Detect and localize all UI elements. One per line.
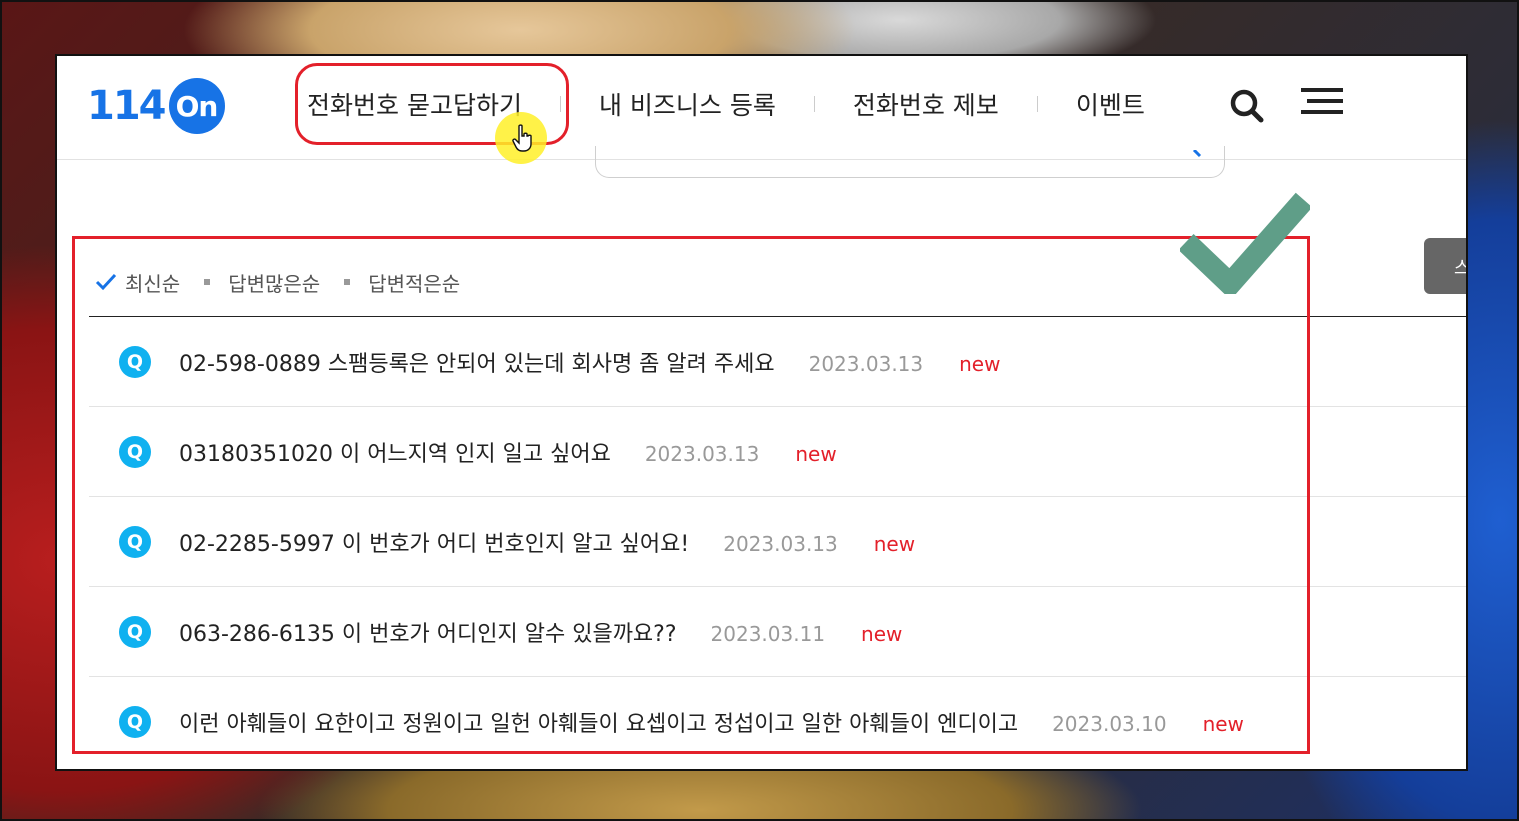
- question-date: 2023.03.10: [1052, 712, 1167, 736]
- new-badge: new: [795, 441, 837, 466]
- check-icon: [95, 273, 117, 291]
- nav-separator: [1036, 96, 1038, 112]
- nav-qna[interactable]: 전화번호 묻고답하기: [295, 86, 534, 122]
- nav-number-report[interactable]: 전화번호 제보: [841, 86, 1011, 122]
- question-title[interactable]: 02-598-0889 스팸등록은 안되어 있는데 회사명 좀 알려 주세요: [179, 346, 775, 378]
- new-badge: new: [959, 351, 1001, 376]
- checkmark-annotation-icon: [1180, 192, 1310, 294]
- question-badge-icon: Q: [119, 525, 151, 558]
- sort-most-answers-label: 답변많은순: [228, 271, 321, 296]
- sort-most-answers[interactable]: 답변많은순: [204, 268, 320, 297]
- sort-latest-label: 최신순: [125, 271, 181, 296]
- question-title[interactable]: 이런 아훼들이 요한이고 정원이고 일헌 아훼들이 요셉이고 정섭이고 일한 아…: [179, 706, 1018, 738]
- list-item[interactable]: Q 063-286-6135 이 번호가 어디인지 알수 있을까요?? 2023…: [89, 587, 1466, 677]
- sort-options: 최신순 답변많은순 답변적은순: [95, 264, 484, 300]
- question-date: 2023.03.11: [710, 621, 826, 646]
- question-date: 2023.03.13: [808, 351, 924, 376]
- search-icon[interactable]: [1227, 86, 1267, 126]
- question-title[interactable]: 02-2285-5997 이 번호가 어디 번호인지 알고 싶어요!: [179, 526, 689, 558]
- site-header: 114 On 전화번호 묻고답하기 내 비즈니스 등록 전화번호 제보 이벤트: [57, 56, 1466, 164]
- browser-viewport: 114 On 전화번호 묻고답하기 내 비즈니스 등록 전화번호 제보 이벤트: [55, 54, 1468, 771]
- nav-separator: [813, 96, 815, 112]
- question-date: 2023.03.13: [644, 441, 760, 466]
- search-icon: [1192, 150, 1202, 158]
- list-item[interactable]: Q 이런 아훼들이 요한이고 정원이고 일헌 아훼들이 요셉이고 정섭이고 일한…: [89, 677, 1466, 767]
- sort-latest[interactable]: 최신순: [95, 268, 180, 297]
- logo-on-badge: On: [168, 78, 225, 134]
- question-date: 2023.03.13: [723, 531, 838, 556]
- site-logo[interactable]: 114 On: [87, 74, 225, 138]
- hamburger-menu-icon[interactable]: [1301, 86, 1345, 118]
- question-title[interactable]: 03180351020 이 어느지역 인지 일고 싶어요: [179, 436, 611, 468]
- sort-least-answers-label: 답변적은순: [368, 271, 461, 296]
- side-tab[interactable]: 스: [1424, 238, 1466, 294]
- list-item[interactable]: Q 02-2285-5997 이 번호가 어디 번호인지 알고 싶어요! 202…: [89, 497, 1466, 587]
- new-badge: new: [1202, 712, 1244, 736]
- question-badge-icon: Q: [119, 345, 151, 378]
- nav-business-register[interactable]: 내 비즈니스 등록: [587, 86, 788, 122]
- sort-least-answers[interactable]: 답변적은순: [344, 268, 460, 297]
- question-badge-icon: Q: [119, 615, 151, 648]
- bullet-icon: [204, 279, 211, 285]
- search-input[interactable]: [595, 146, 1225, 178]
- nav-separator: [559, 96, 561, 112]
- new-badge: new: [873, 531, 916, 556]
- side-tab-label: 스: [1454, 258, 1466, 279]
- list-item[interactable]: Q 02-598-0889 스팸등록은 안되어 있는데 회사명 좀 알려 주세요…: [89, 317, 1466, 407]
- new-badge: new: [861, 621, 903, 646]
- question-badge-icon: Q: [119, 435, 151, 468]
- list-item[interactable]: Q 03180351020 이 어느지역 인지 일고 싶어요 2023.03.1…: [89, 407, 1466, 497]
- logo-number: 114: [87, 83, 166, 129]
- question-badge-icon: Q: [119, 706, 151, 738]
- bullet-icon: [344, 279, 351, 285]
- main-nav: 전화번호 묻고답하기 내 비즈니스 등록 전화번호 제보 이벤트: [295, 74, 1157, 134]
- question-title[interactable]: 063-286-6135 이 번호가 어디인지 알수 있을까요??: [179, 616, 677, 648]
- question-list: Q 02-598-0889 스팸등록은 안되어 있는데 회사명 좀 알려 주세요…: [89, 317, 1466, 767]
- hand-cursor-icon: [512, 124, 534, 152]
- nav-event[interactable]: 이벤트: [1064, 86, 1157, 122]
